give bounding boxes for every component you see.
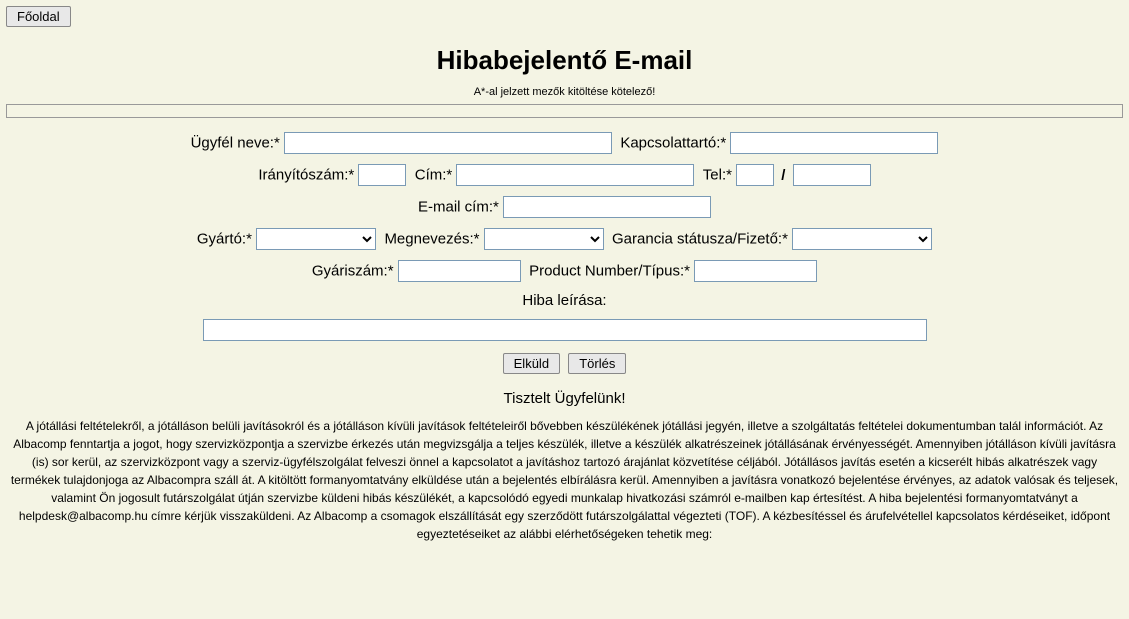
customer-name-label: Ügyfél neve:* (191, 135, 280, 152)
address-input[interactable] (456, 164, 694, 186)
issue-desc-label: Hiba leírása: (522, 292, 606, 309)
serial-number-label: Gyáriszám:* (312, 263, 394, 280)
product-number-input[interactable] (694, 260, 817, 282)
customer-name-input[interactable] (284, 132, 612, 154)
manufacturer-select[interactable] (256, 228, 376, 250)
address-label: Cím:* (415, 167, 453, 184)
email-input[interactable] (503, 196, 711, 218)
tel-label: Tel:* (703, 167, 732, 184)
product-name-label: Megnevezés:* (384, 231, 479, 248)
tel-separator: / (781, 167, 785, 184)
page-title: Hibabejelentő E-mail (0, 45, 1129, 76)
contact-label: Kapcsolattartó:* (620, 135, 726, 152)
error-report-form: Ügyfél neve:* Kapcsolattartó:* Irányítós… (0, 132, 1129, 374)
email-label: E-mail cím:* (418, 199, 499, 216)
terms-text: A jótállási feltételekről, a jótálláson … (0, 417, 1129, 543)
postal-code-input[interactable] (358, 164, 406, 186)
warranty-status-select[interactable] (792, 228, 932, 250)
serial-number-input[interactable] (398, 260, 521, 282)
issue-desc-input[interactable] (203, 319, 927, 341)
manufacturer-label: Gyártó:* (197, 231, 252, 248)
required-note: A*-al jelzett mezők kitöltése kötelező! (0, 86, 1129, 98)
postal-code-label: Irányítószám:* (258, 167, 354, 184)
product-name-select[interactable] (484, 228, 604, 250)
home-button[interactable]: Főoldal (6, 6, 71, 27)
warranty-status-label: Garancia státusza/Fizető:* (612, 231, 788, 248)
product-number-label: Product Number/Típus:* (529, 263, 690, 280)
tel-number-input[interactable] (793, 164, 871, 186)
tel-prefix-input[interactable] (736, 164, 774, 186)
submit-button[interactable]: Elküld (503, 353, 560, 374)
reset-button[interactable]: Törlés (568, 353, 626, 374)
separator-bar (6, 104, 1123, 118)
contact-input[interactable] (730, 132, 938, 154)
greeting: Tisztelt Ügyfelünk! (0, 390, 1129, 407)
